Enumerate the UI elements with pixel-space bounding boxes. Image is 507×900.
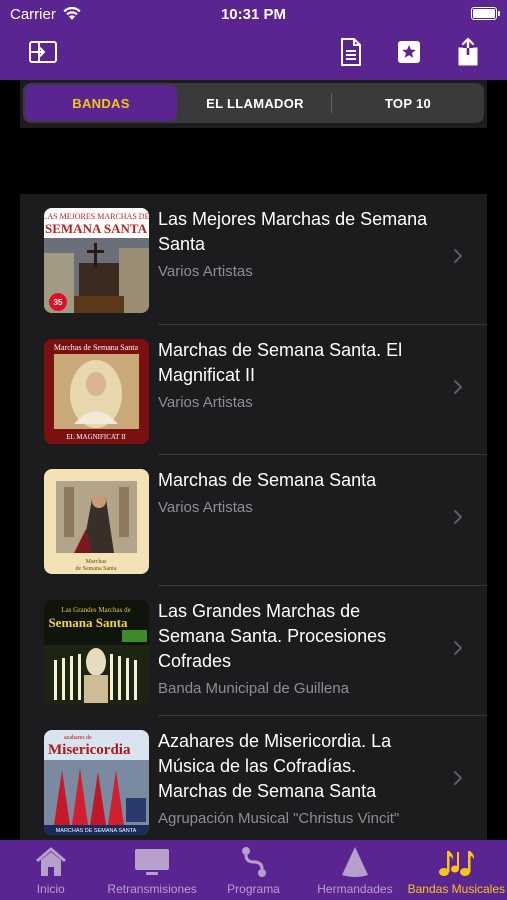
segment-bandas[interactable]: BANDAS — [25, 85, 177, 121]
navigation-header: Carrier 10:31 PM — [0, 0, 507, 80]
tab-bandas-musicales[interactable]: Bandas Musicales — [406, 840, 507, 900]
album-row[interactable]: azahares de Misericordia MARCHAS DE SEMANA… — [20, 716, 487, 840]
chevron-right-icon — [453, 770, 463, 791]
segment-top-10[interactable]: TOP 10 — [332, 83, 484, 123]
svg-text:MARCHAS DE SEMANA SANTA: MARCHAS DE SEMANA SANTA — [56, 828, 137, 834]
share-icon[interactable] — [454, 37, 482, 66]
svg-text:Semana Santa: Semana Santa — [48, 615, 128, 630]
document-icon[interactable] — [337, 38, 365, 66]
music-notes-icon — [436, 846, 476, 878]
tab-label: Bandas Musicales — [407, 882, 506, 896]
chevron-right-icon — [453, 379, 463, 400]
album-row[interactable]: LAS MEJORES MARCHAS DE SEMANA SANTA 35 Las… — [20, 194, 487, 325]
album-title: Marchas de Semana Santa. El Magnificat I… — [158, 338, 428, 414]
album-title: Azahares de Misericordia. La Música de l… — [158, 729, 428, 830]
tab-label: Hermandades — [317, 882, 393, 896]
svg-text:Las Grandes Marchas de: Las Grandes Marchas de — [61, 606, 130, 614]
tab-hermandades[interactable]: Hermandades — [304, 840, 405, 900]
album-cover-image: Marchas de Semana Santa — [44, 469, 149, 574]
tab-label: Retransmisiones — [107, 882, 197, 896]
album-cover-image: azahares de Misericordia MARCHAS DE SEMANA… — [44, 730, 149, 835]
album-title: Las Grandes Marchas de Semana Santa. Pro… — [158, 599, 428, 700]
status-bar: Carrier 10:31 PM — [0, 0, 507, 30]
svg-text:LAS MEJORES MARCHAS DE: LAS MEJORES MARCHAS DE — [44, 212, 149, 221]
tab-inicio[interactable]: Inicio — [0, 840, 101, 900]
tab-programa[interactable]: Programa — [203, 840, 304, 900]
svg-text:azahares de: azahares de — [64, 735, 92, 741]
album-artist: Agrupación Musical "Christus Vincit" — [158, 810, 400, 827]
svg-text:Misericordia: Misericordia — [48, 742, 131, 758]
album-cover-image: LAS MEJORES MARCHAS DE SEMANA SANTA 35 — [44, 208, 149, 313]
album-title: Marchas de Semana Santa Varios Artistas — [158, 468, 428, 519]
svg-text:SEMANA SANTA: SEMANA SANTA — [45, 221, 148, 236]
album-row[interactable]: Marchas de Semana Santa Marchas de Semana… — [20, 455, 487, 586]
tv-icon — [132, 846, 172, 878]
album-artist: Varios Artistas — [158, 393, 253, 411]
chevron-right-icon — [453, 509, 463, 530]
house-icon — [31, 846, 71, 878]
battery-icon — [471, 7, 500, 20]
album-cover-image: Las Grandes Marchas de Semana Santa — [44, 599, 149, 705]
route-icon — [234, 846, 274, 878]
chevron-right-icon — [453, 248, 463, 269]
tab-label: Inicio — [36, 882, 65, 896]
svg-text:Marchas: Marchas — [86, 559, 107, 565]
segment-el-llamador[interactable]: EL LLAMADOR — [179, 83, 331, 123]
bottom-tab-bar: Inicio Retransmisiones Programa Hermanda… — [0, 840, 507, 900]
svg-text:35: 35 — [54, 298, 63, 307]
album-title: Las Mejores Marchas de Semana Santa Vario… — [158, 207, 428, 283]
album-cover-image: Marchas de Semana Santa EL MAGNIFICAT II — [44, 338, 149, 444]
svg-text:EL MAGNIFICAT II: EL MAGNIFICAT II — [66, 433, 126, 441]
svg-text:Marchas de Semana Santa: Marchas de Semana Santa — [54, 343, 139, 352]
album-list: LAS MEJORES MARCHAS DE SEMANA SANTA 35 Las… — [20, 194, 487, 840]
album-row[interactable]: Las Grandes Marchas de Semana Santa Las G… — [20, 586, 487, 716]
album-artist: Varios Artistas — [158, 263, 253, 280]
album-artist: Varios Artistas — [158, 499, 253, 516]
svg-text:de Semana Santa: de Semana Santa — [76, 566, 117, 572]
favorites-star-icon[interactable] — [395, 38, 423, 66]
segment-control-container: BANDAS EL LLAMADOR TOP 10 — [20, 80, 487, 128]
album-artist: Banda Municipal de Guillena — [158, 679, 349, 697]
clock-label: 10:31 PM — [220, 6, 287, 23]
tab-retransmisiones[interactable]: Retransmisiones — [101, 840, 202, 900]
tab-label: Programa — [227, 882, 280, 896]
sidebar-toggle-icon[interactable] — [29, 38, 57, 66]
cone-icon — [335, 846, 375, 878]
chevron-right-icon — [453, 640, 463, 661]
album-row[interactable]: Marchas de Semana Santa EL MAGNIFICAT II … — [20, 325, 487, 455]
segmented-control: BANDAS EL LLAMADOR TOP 10 — [23, 83, 484, 123]
